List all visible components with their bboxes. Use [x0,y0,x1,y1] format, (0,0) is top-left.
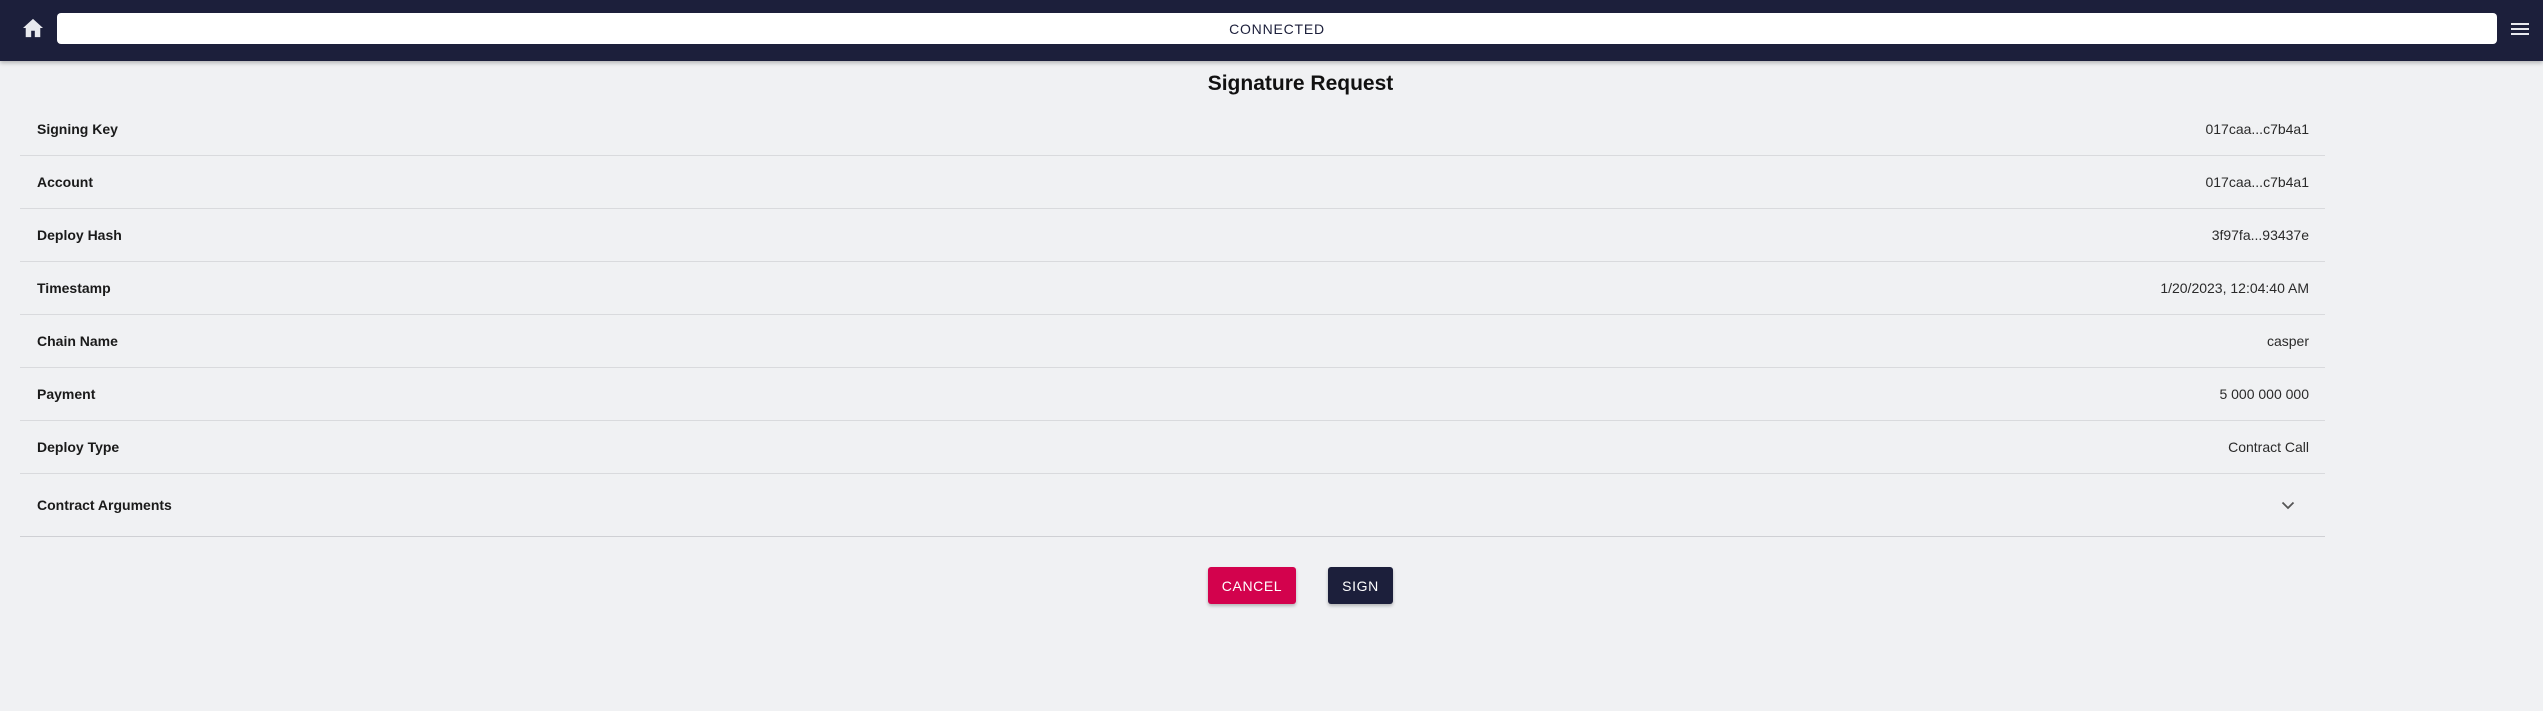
contract-arguments-label: Contract Arguments [37,497,172,513]
detail-value: 3f97fa...93437e [2211,227,2309,243]
page-title: Signature Request [1207,72,1394,95]
contract-arguments-accordion[interactable]: Contract Arguments [20,474,2325,537]
detail-value: casper [2266,333,2309,349]
detail-row-payment: Payment 5 000 000 000 [20,368,2325,421]
cancel-button[interactable]: CANCEL [1208,567,1296,604]
action-buttons: CANCEL SIGN [0,567,2543,604]
menu-button[interactable] [2506,15,2534,43]
chevron-down-icon [2281,501,2295,509]
detail-label: Deploy Hash [37,227,122,243]
detail-label: Account [37,174,93,190]
hamburger-menu-icon [2511,23,2529,35]
detail-label: Signing Key [37,121,118,137]
detail-row-signing-key: Signing Key 017caa...c7b4a1 [20,103,2325,156]
detail-value: Contract Call [2228,439,2309,455]
detail-label: Timestamp [37,280,111,296]
detail-label: Deploy Type [37,439,120,455]
detail-label: Payment [37,386,96,402]
detail-row-deploy-type: Deploy Type Contract Call [20,421,2325,474]
top-bar: CONNECTED [0,0,2543,61]
sign-button[interactable]: SIGN [1328,567,1393,604]
detail-value: 1/20/2023, 12:04:40 AM [2160,280,2309,296]
detail-row-chain-name: Chain Name casper [20,315,2325,368]
detail-label: Chain Name [37,333,118,349]
home-icon [23,18,43,38]
detail-value: 5 000 000 000 [2219,386,2309,402]
connection-status: CONNECTED [57,13,2497,44]
detail-value: 017caa...c7b4a1 [2205,174,2309,190]
home-button[interactable] [18,13,48,43]
detail-row-deploy-hash: Deploy Hash 3f97fa...93437e [20,209,2325,262]
detail-row-account: Account 017caa...c7b4a1 [20,156,2325,209]
detail-value: 017caa...c7b4a1 [2205,121,2309,137]
detail-row-timestamp: Timestamp 1/20/2023, 12:04:40 AM [20,262,2325,315]
signature-details: Signing Key 017caa...c7b4a1 Account 017c… [20,103,2325,537]
